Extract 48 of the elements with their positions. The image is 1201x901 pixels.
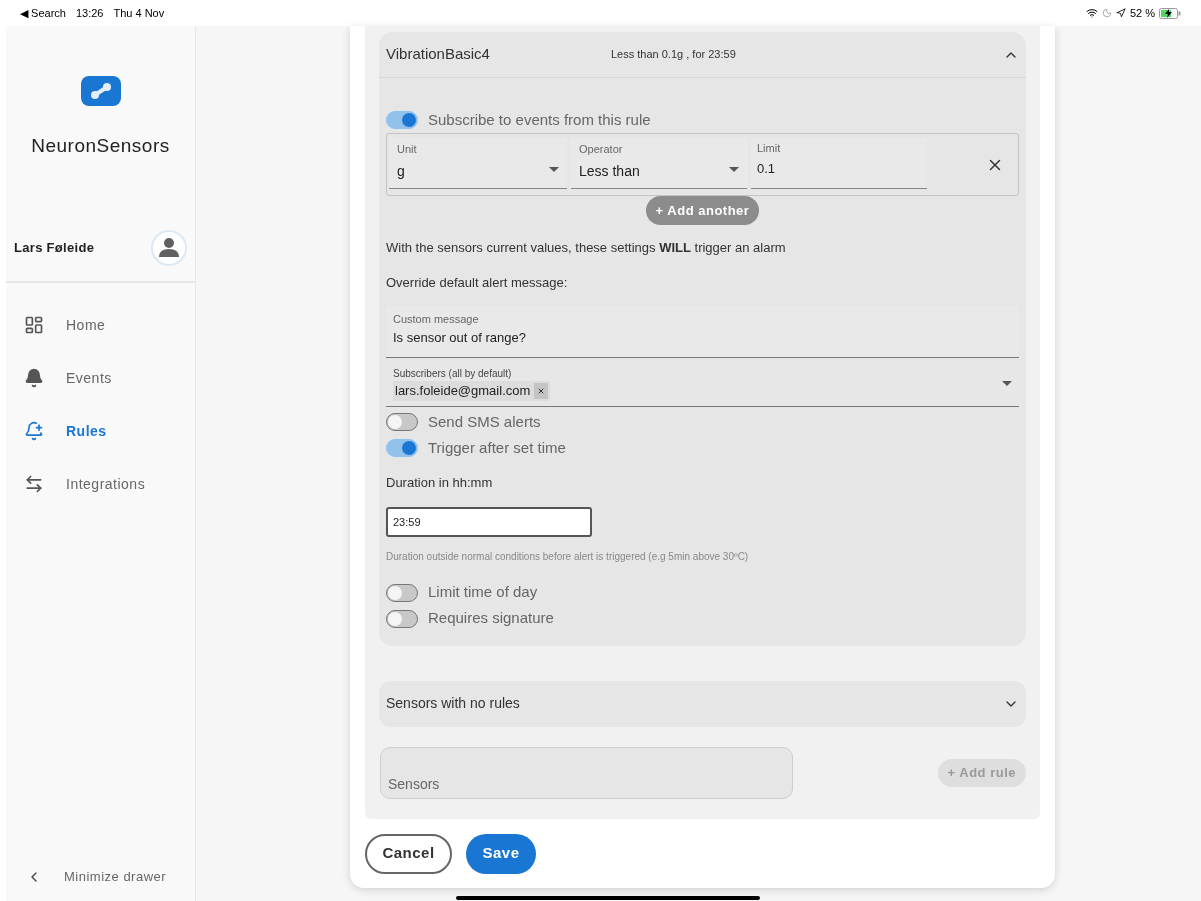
dashboard-icon <box>24 315 44 335</box>
status-time: 13:26 <box>75 5 104 21</box>
sensors-field[interactable]: Sensors <box>380 746 793 799</box>
toggle-switch[interactable] <box>386 609 418 628</box>
remove-chip-icon[interactable] <box>534 382 549 399</box>
toggle-label: Trigger after set time <box>428 437 566 458</box>
nav-item[interactable]: Home <box>6 298 195 352</box>
location-icon <box>1115 8 1126 18</box>
rule-title: VibrationBasic4 <box>386 44 491 65</box>
duration-label: Duration in hh:mm <box>386 474 494 492</box>
moon-icon <box>1101 8 1112 18</box>
cancel-button[interactable]: Cancel <box>365 833 452 874</box>
battery-icon <box>1159 7 1181 19</box>
dropdown-arrow-icon <box>1002 380 1012 386</box>
toggle-switch[interactable] <box>386 439 418 457</box>
alarm-notice: With the sensors current values, these settings WILL trigger an alarm <box>386 239 787 257</box>
duration-input[interactable]: 23:59 <box>386 506 592 537</box>
sensors-accordion[interactable]: Sensors with no rules <box>379 680 1026 727</box>
battery-percent: 52 % <box>1129 5 1155 21</box>
bell-plus-icon <box>24 421 44 441</box>
accordion-header[interactable]: VibrationBasic4 Less than 0.1g , for 23:59 <box>379 32 1026 78</box>
dropdown-arrow-icon <box>729 167 739 172</box>
logo-icon <box>80 76 121 106</box>
status-date: Thu 4 Nov <box>113 5 165 21</box>
duration-help: Duration outside normal conditions before alert is triggered (e.g 5min above 30ºC) <box>386 549 750 564</box>
wifi-icon <box>1085 7 1098 19</box>
toggle-switch[interactable] <box>386 111 418 129</box>
arrows-icon <box>24 474 44 494</box>
app-name: NeuronSensors <box>31 134 170 158</box>
toggle-label: Limit time of day <box>428 582 538 603</box>
override-label: Override default alert message: <box>386 273 569 292</box>
toggle-switch[interactable] <box>386 583 418 602</box>
toggle-switch[interactable] <box>386 413 418 431</box>
nav-item[interactable]: Integrations <box>6 457 195 511</box>
subscriber-chip: lars.foleide@gmail.com <box>393 380 551 401</box>
dropdown-arrow-icon <box>549 167 559 172</box>
rule-summary: Less than 0.1g , for 23:59 <box>611 47 737 63</box>
user-name: Lars Føleide <box>14 238 95 257</box>
avatar-icon <box>151 229 187 266</box>
toggle-label: Subscribe to events from this rule <box>428 109 651 130</box>
back-link[interactable]: ◀ Search <box>20 4 66 22</box>
toggle-label: Requires signature <box>428 608 554 629</box>
toggle-label: Send SMS alerts <box>428 411 541 432</box>
bell-icon <box>24 368 44 388</box>
nav-item[interactable]: Events <box>6 351 195 405</box>
nav-item[interactable]: Rules <box>6 404 195 458</box>
save-button[interactable]: Save <box>466 833 536 874</box>
minimize-drawer-button[interactable]: Minimize drawer <box>6 855 195 899</box>
